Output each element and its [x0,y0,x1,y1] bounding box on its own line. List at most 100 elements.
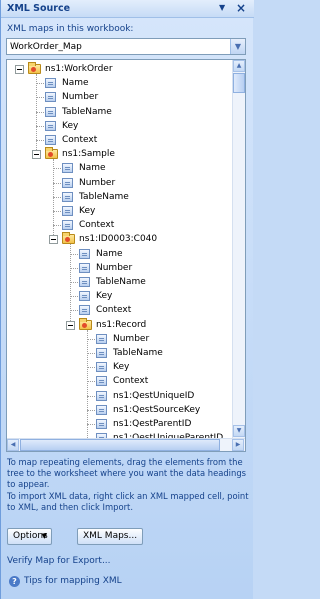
tree-field-node[interactable]: Key [7,119,233,133]
tree-connector [87,353,95,354]
pane-title: XML Source [7,3,71,14]
tree-connector [70,267,78,269]
scroll-left-icon[interactable]: ◀ [7,439,19,451]
scroll-up-icon[interactable]: ▲ [233,60,245,72]
tree-node-label: ns1:WorkOrder [45,64,113,74]
tree-field-node[interactable]: Name [7,161,233,175]
xml-field-icon [62,177,73,188]
tree-node-label: Context [62,135,98,145]
tree-field-node[interactable]: TableName [7,346,233,360]
tree-folder-node[interactable]: ns1:Sample [7,147,233,161]
tree-node-label: Key [62,120,79,131]
tree-node-label: Number [113,333,150,344]
scroll-down-icon[interactable]: ▼ [233,425,245,437]
xml-element-tree[interactable]: ns1:WorkOrder Name Number TableName Key Conte… [6,59,246,452]
tree-field-node[interactable]: TableName [7,275,233,289]
xml-element-folder-icon [28,62,41,74]
tree-horizontal-scrollbar[interactable]: ◀ ▶ [7,438,245,451]
close-pane-icon[interactable]: × [236,1,246,15]
tree-field-node[interactable]: ns1:QestParentID [7,417,233,431]
tree-field-node[interactable]: ns1:QestSourceKey [7,403,233,417]
tree-node-label: Number [79,177,116,188]
xml-maps-button[interactable]: XML Maps... [77,528,143,545]
xml-field-icon [62,191,73,202]
tree-field-node[interactable]: ns1:QestUniqueID [7,389,233,403]
xml-field-icon [96,390,107,401]
collapse-icon[interactable] [15,65,24,74]
tree-field-node[interactable]: Context [7,303,233,317]
tree-field-node[interactable]: ns1:QestUniqueParentID [7,431,233,438]
xml-field-icon [62,163,73,174]
scroll-thumb-horizontal[interactable] [20,439,220,451]
scroll-thumb-vertical[interactable] [233,73,245,93]
tree-connector [53,211,61,212]
tree-field-node[interactable]: TableName [7,105,233,119]
tree-field-node[interactable]: Number [7,176,233,190]
pane-menu-dropdown-icon[interactable]: ▼ [219,3,225,12]
tree-connector [36,83,44,85]
tree-connector [36,97,44,99]
tree-node-label: TableName [96,277,146,287]
tree-field-node[interactable]: Context [7,374,233,388]
tree-connector [36,111,44,113]
tree-field-node[interactable]: Context [7,133,233,147]
tree-connector [70,282,78,283]
xml-field-icon [79,248,90,259]
tree-node-label: ns1:ID0003:C040 [79,234,158,245]
tree-node-label: Name [62,78,89,89]
tree-node-label: ns1:QestUniqueParentID [113,431,223,438]
tree-field-node[interactable]: Context [7,218,233,232]
xml-field-icon [96,419,107,429]
tree-connector [70,310,78,312]
tree-vertical-scrollbar[interactable]: ▲ ▼ [232,60,245,438]
xml-maps-label: XML maps in this workbook: [7,24,134,34]
xml-maps-button-label: XML Maps... [83,531,138,541]
xml-map-select[interactable]: WorkOrder_Map ▼ [6,38,246,55]
tree-field-node[interactable]: Number [7,261,233,275]
tree-node-label: Context [113,376,149,387]
verify-map-link[interactable]: Verify Map for Export... [7,556,111,566]
tree-connector [70,296,78,298]
xml-field-icon [79,262,90,273]
tree-connector [53,225,61,227]
tree-field-node[interactable]: Name [7,76,233,90]
xml-field-icon [96,348,107,358]
tree-connector [87,395,95,397]
repeat-help-text: To map repeating elements, drag the elem… [7,457,247,489]
tree-field-node[interactable]: Number [7,332,233,346]
xml-source-pane: XML Source ▼ × XML maps in this workbook… [0,0,254,599]
xml-field-icon [62,206,73,216]
options-button[interactable]: Options ▼ [7,528,52,545]
tree-node-label: Name [79,163,106,174]
tree-field-node[interactable]: Key [7,289,233,303]
pane-title-bar: XML Source ▼ × [1,0,254,18]
tree-connector [87,381,95,383]
xml-field-icon [96,333,107,344]
tree-field-node[interactable]: Key [7,360,233,374]
tree-field-node[interactable]: Key [7,204,233,218]
xml-field-icon [79,291,90,302]
help-icon: ? [9,576,20,587]
tree-field-node[interactable]: Name [7,247,233,261]
tree-node-label: Context [96,305,132,316]
collapse-icon[interactable] [32,150,41,160]
tree-connector [53,168,61,170]
tree-folder-node[interactable]: ns1:ID0003:C040 [7,232,233,246]
collapse-icon[interactable] [49,235,58,245]
tree-viewport: ns1:WorkOrder Name Number TableName Key Conte… [7,60,233,438]
xml-field-icon [45,106,56,117]
tips-link[interactable]: Tips for mapping XML [24,576,122,586]
tree-folder-node[interactable]: ns1:WorkOrder [7,62,233,76]
tree-field-node[interactable]: Number [7,90,233,104]
tree-node-label: TableName [113,348,163,358]
tree-node-label: Key [113,362,130,373]
tree-node-label: ns1:Record [96,319,147,330]
tree-folder-node[interactable]: ns1:Record [7,317,233,332]
xml-element-folder-icon [45,147,58,160]
tree-field-node[interactable]: TableName [7,190,233,204]
chevron-down-icon[interactable]: ▼ [230,39,245,54]
scroll-right-icon[interactable]: ▶ [232,439,244,451]
collapse-icon[interactable] [66,320,75,330]
tree-node-label: ns1:QestParentID [113,419,192,429]
xml-element-folder-icon [79,317,92,330]
